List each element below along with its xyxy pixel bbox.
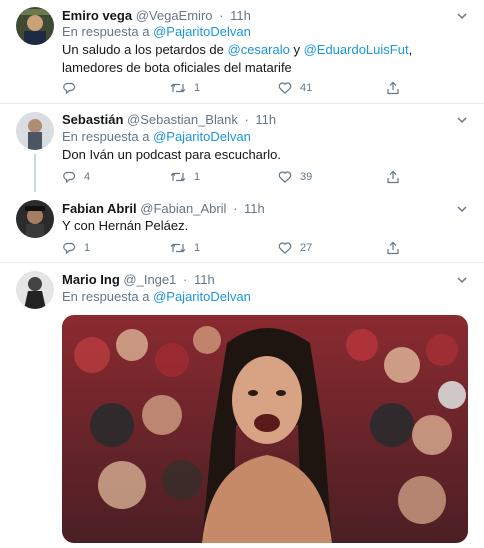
separator-dot: · (219, 8, 224, 23)
tweet-media-image[interactable] (62, 315, 468, 543)
user-handle[interactable]: @Sebastian_Blank (127, 112, 238, 127)
chevron-down-icon[interactable] (456, 274, 468, 286)
display-name[interactable]: Emiro vega (62, 8, 132, 23)
timestamp[interactable]: 11h (255, 112, 276, 127)
separator-dot: · (183, 272, 188, 287)
reply-to-link[interactable]: @PajaritoDelvan (153, 24, 251, 39)
tweet-text: Y con Hernán Peláez. (62, 218, 189, 233)
display-name[interactable]: Sebastián (62, 112, 123, 127)
share-icon (387, 81, 399, 95)
avatar[interactable] (16, 7, 54, 45)
tweet-sebastian[interactable]: Sebastián @Sebastian_Blank · 11h En resp… (0, 104, 484, 192)
reply-to-link[interactable]: @PajaritoDelvan (153, 129, 251, 144)
retweet-button[interactable]: 1 (170, 169, 200, 185)
reply-count: 4 (84, 171, 91, 183)
chevron-down-icon[interactable] (456, 114, 468, 126)
share-button[interactable] (386, 80, 408, 96)
text-part: Un saludo a los petardos de (62, 42, 228, 57)
like-button[interactable]: 27 (278, 240, 312, 256)
tweet-header: Sebastián @Sebastian_Blank · 11h (62, 112, 276, 128)
like-count: 27 (300, 242, 313, 254)
like-button[interactable]: 41 (278, 80, 312, 96)
like-button[interactable]: 39 (278, 169, 312, 185)
tweet-header: Mario Ing @_Inge1 · 11h (62, 272, 215, 288)
like-count: 41 (300, 82, 313, 94)
retweet-icon (170, 243, 186, 253)
heart-icon (278, 242, 292, 255)
timestamp[interactable]: 11h (230, 8, 251, 23)
retweet-count: 1 (194, 242, 201, 254)
tweet-text: Don Iván un podcast para escucharlo. (62, 147, 281, 162)
reply-button[interactable] (62, 80, 84, 96)
tweet-header: Fabian Abril @Fabian_Abril · 11h (62, 201, 265, 217)
reply-prefix: En respuesta a (62, 24, 150, 39)
reply-prefix: En respuesta a (62, 289, 150, 304)
display-name[interactable]: Mario Ing (62, 272, 120, 287)
retweet-icon (170, 172, 186, 182)
timestamp[interactable]: 11h (244, 201, 265, 216)
reply-context: En respuesta a @PajaritoDelvan (62, 24, 251, 40)
avatar[interactable] (16, 200, 54, 238)
reply-button[interactable]: 1 (62, 240, 90, 256)
reply-icon (63, 82, 76, 95)
tweet-text: Un saludo a los petardos de @cesaralo y … (62, 41, 462, 77)
tweet-actions: 4 1 39 (62, 169, 402, 185)
retweet-icon (170, 83, 186, 93)
reply-to-link[interactable]: @PajaritoDelvan (153, 289, 251, 304)
user-handle[interactable]: @VegaEmiro (136, 8, 213, 23)
separator-dot: · (244, 112, 249, 127)
retweet-count: 1 (194, 171, 201, 183)
user-handle[interactable]: @_Inge1 (123, 272, 176, 287)
display-name[interactable]: Fabian Abril (62, 201, 137, 216)
share-button[interactable] (386, 169, 408, 185)
tweet-emiro[interactable]: Emiro vega @VegaEmiro · 11h En respuesta… (0, 0, 484, 103)
avatar[interactable] (16, 271, 54, 309)
reply-button[interactable]: 4 (62, 169, 90, 185)
tweet-actions: 1 1 27 (62, 240, 402, 256)
retweet-button[interactable]: 1 (170, 80, 200, 96)
separator-dot: · (233, 201, 238, 216)
reply-count: 1 (84, 242, 91, 254)
heart-icon (278, 82, 292, 95)
tweet-actions: 1 41 (62, 80, 402, 96)
chevron-down-icon[interactable] (456, 10, 468, 22)
reply-context: En respuesta a @PajaritoDelvan (62, 129, 251, 145)
mention-link[interactable]: @EduardoLuisFut (304, 42, 409, 57)
reply-icon (63, 171, 76, 184)
share-icon (387, 170, 399, 184)
thread-line (34, 154, 36, 192)
timestamp[interactable]: 11h (194, 272, 215, 287)
tweet-header: Emiro vega @VegaEmiro · 11h (62, 8, 251, 24)
heart-icon (278, 171, 292, 184)
user-handle[interactable]: @Fabian_Abril (140, 201, 226, 216)
reply-context: En respuesta a @PajaritoDelvan (62, 289, 251, 305)
tweet-fabian[interactable]: Fabian Abril @Fabian_Abril · 11h Y con H… (0, 192, 484, 262)
text-part: y (289, 42, 304, 57)
reply-icon (63, 242, 76, 255)
retweet-count: 1 (194, 82, 201, 94)
share-button[interactable] (386, 240, 408, 256)
avatar[interactable] (16, 112, 54, 150)
retweet-button[interactable]: 1 (170, 240, 200, 256)
reply-prefix: En respuesta a (62, 129, 150, 144)
chevron-down-icon[interactable] (456, 203, 468, 215)
mention-link[interactable]: @cesaralo (228, 42, 290, 57)
like-count: 39 (300, 171, 313, 183)
share-icon (387, 241, 399, 255)
